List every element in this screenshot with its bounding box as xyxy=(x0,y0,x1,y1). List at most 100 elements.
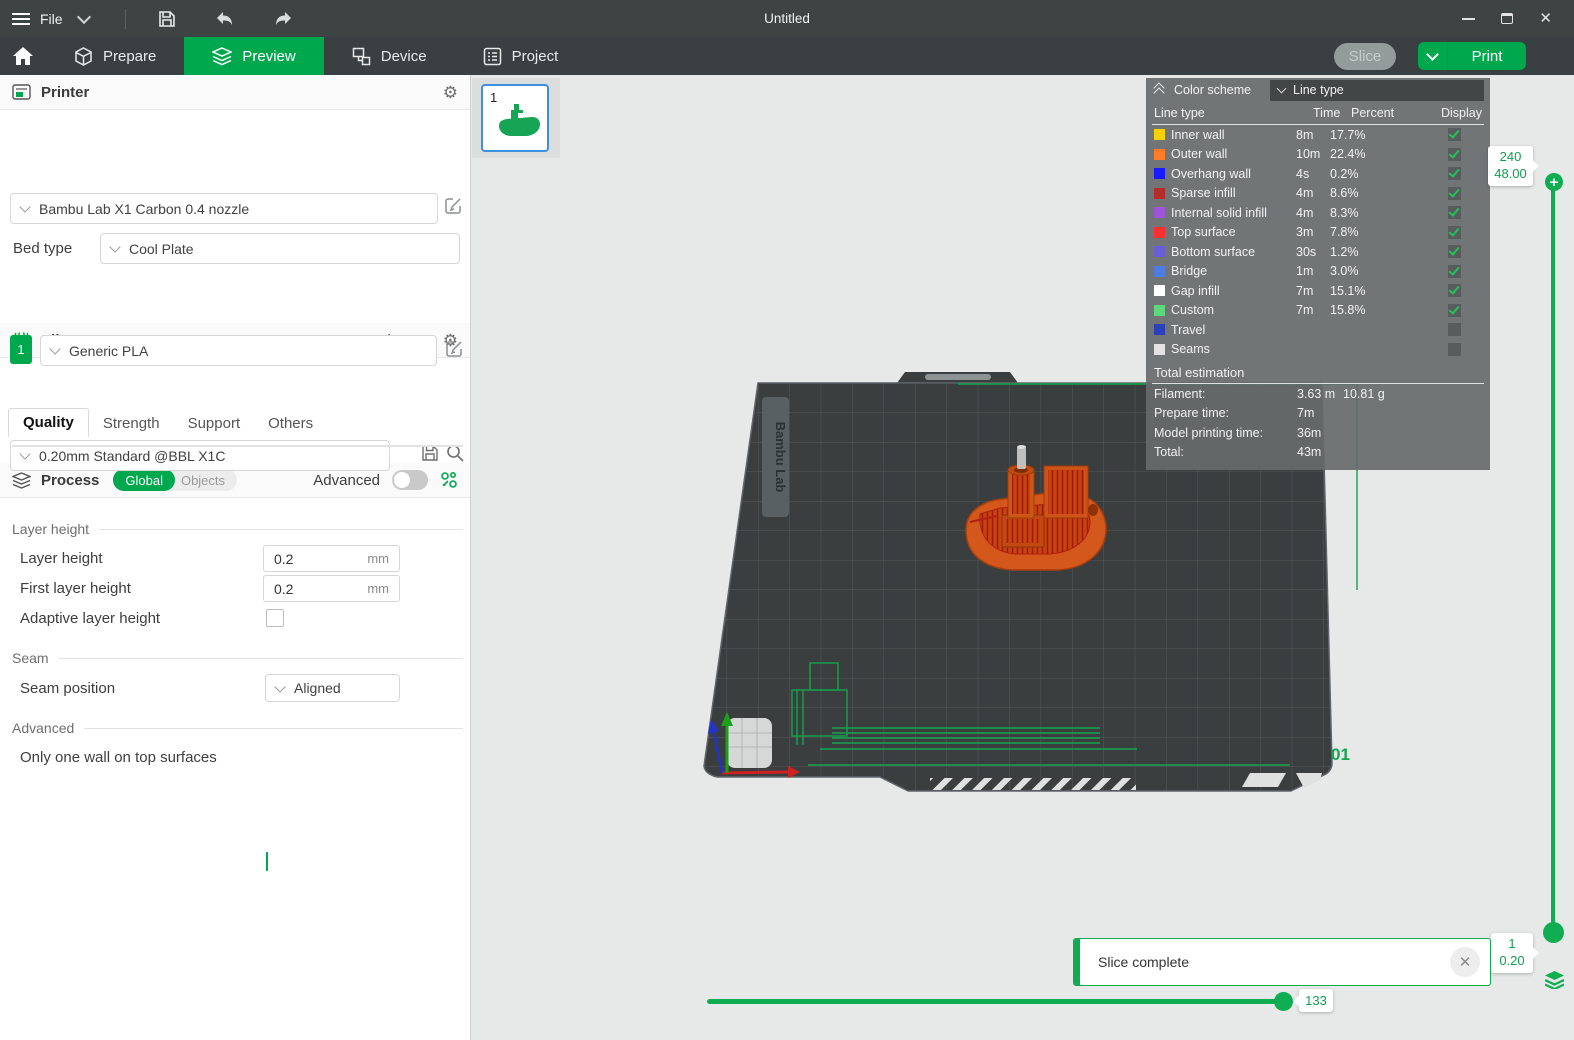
color-scheme-select[interactable]: Line type xyxy=(1270,80,1484,101)
advanced-section-title: Advanced xyxy=(12,720,463,736)
first-layer-height-input[interactable]: 0.2 mm xyxy=(263,575,400,602)
plate-front-hatch xyxy=(930,778,1136,790)
display-checkbox[interactable] xyxy=(1448,304,1461,317)
display-checkbox[interactable] xyxy=(1448,128,1461,141)
process-scope-objects[interactable]: Objects xyxy=(175,473,237,488)
advanced-toggle[interactable] xyxy=(392,470,428,490)
home-icon xyxy=(13,47,33,65)
layer-height-unit: mm xyxy=(367,551,389,566)
notification-close-button[interactable]: ✕ xyxy=(1450,947,1480,977)
tab-device-label: Device xyxy=(381,48,427,65)
layer-slider-top-handle[interactable]: + xyxy=(1545,173,1563,191)
filament-select[interactable]: Generic PLA xyxy=(40,335,437,366)
file-menu-label: File xyxy=(40,11,63,27)
col-display: Display xyxy=(1441,106,1482,120)
filament-slot-badge[interactable]: 1 xyxy=(10,335,32,364)
seam-position-select[interactable]: Aligned xyxy=(265,674,400,702)
display-checkbox[interactable] xyxy=(1448,284,1461,297)
tab-project-label: Project xyxy=(512,48,559,65)
line-type-percent: 3.0% xyxy=(1330,264,1448,278)
chevron-down-icon xyxy=(1426,48,1439,61)
file-menu[interactable]: File xyxy=(12,11,89,27)
printer-icon xyxy=(12,84,31,100)
line-type-swatch xyxy=(1154,344,1165,355)
display-checkbox[interactable] xyxy=(1448,226,1461,239)
line-type-label: Bottom surface xyxy=(1171,245,1296,259)
save-preset-button[interactable] xyxy=(421,444,439,467)
layer-height-input[interactable]: 0.2 mm xyxy=(263,545,400,572)
display-checkbox[interactable] xyxy=(1448,323,1461,336)
collapse-panel-icon[interactable] xyxy=(1154,84,1166,96)
first-layer-height-value: 0.2 xyxy=(274,581,293,597)
print-dropdown-button[interactable] xyxy=(1418,42,1448,70)
undo-button[interactable] xyxy=(214,8,236,30)
tab-others[interactable]: Others xyxy=(254,410,327,437)
move-slider-handle[interactable] xyxy=(1274,992,1293,1011)
line-type-label: Overhang wall xyxy=(1171,167,1296,181)
tab-preview[interactable]: Preview xyxy=(184,37,323,75)
minimize-button[interactable] xyxy=(1462,18,1475,20)
maximize-button[interactable] xyxy=(1501,13,1513,24)
estimation-row-prepare: Prepare time: 7m xyxy=(1146,404,1490,424)
bed-type-select[interactable]: Cool Plate xyxy=(100,233,460,264)
tab-device[interactable]: Device xyxy=(324,37,455,75)
line-type-time: 1m xyxy=(1296,264,1330,278)
tab-project[interactable]: Project xyxy=(455,37,587,75)
legend-row: Overhang wall4s0.2% xyxy=(1146,164,1490,184)
main-tab-bar: Prepare Preview Device Project Slice Pri… xyxy=(0,37,1574,75)
device-icon xyxy=(352,47,371,66)
close-button[interactable]: ✕ xyxy=(1539,11,1552,26)
plate-thumbnail[interactable]: 1 xyxy=(481,84,549,152)
tune-icon[interactable] xyxy=(440,471,458,489)
display-checkbox[interactable] xyxy=(1448,265,1461,278)
layers-mode-button[interactable] xyxy=(1545,971,1564,994)
printer-settings-gear-icon[interactable]: ⚙ xyxy=(443,84,458,101)
display-checkbox[interactable] xyxy=(1448,148,1461,161)
chevron-down-icon[interactable] xyxy=(76,9,90,23)
legend-row: Inner wall8m17.7% xyxy=(1146,125,1490,145)
adaptive-layer-height-label: Adaptive layer height xyxy=(20,610,160,627)
line-type-label: Outer wall xyxy=(1171,147,1296,161)
printer-select-value: Bambu Lab X1 Carbon 0.4 nozzle xyxy=(39,201,249,217)
layer-slider-track[interactable] xyxy=(1551,183,1555,931)
display-checkbox[interactable] xyxy=(1448,167,1461,180)
layer-slider-bottom-handle[interactable] xyxy=(1543,922,1564,943)
max-height-value: 48.00 xyxy=(1492,166,1529,183)
display-checkbox[interactable] xyxy=(1448,187,1461,200)
chevron-down-icon xyxy=(19,201,30,212)
legend-row: Gap infill7m15.1% xyxy=(1146,281,1490,301)
line-type-time: 3m xyxy=(1296,225,1330,239)
tab-quality[interactable]: Quality xyxy=(8,408,89,437)
save-button[interactable] xyxy=(156,8,178,30)
display-checkbox[interactable] xyxy=(1448,206,1461,219)
chevron-down-icon xyxy=(1277,84,1287,94)
model-time-value: 36m xyxy=(1297,426,1343,440)
slice-button[interactable]: Slice xyxy=(1334,43,1396,70)
adaptive-layer-height-checkbox[interactable] xyxy=(266,609,284,627)
only-one-wall-checkbox[interactable] xyxy=(266,852,268,871)
process-scope-switch[interactable]: Global Objects xyxy=(113,469,237,491)
max-layer-value: 240 xyxy=(1492,149,1529,166)
brand-plaque-text: Bambu Lab xyxy=(773,422,788,493)
color-scheme-label: Color scheme xyxy=(1174,83,1251,97)
prepare-time-label: Prepare time: xyxy=(1154,406,1297,420)
tab-strength[interactable]: Strength xyxy=(89,410,174,437)
search-setting-button[interactable] xyxy=(446,444,464,467)
process-scope-global[interactable]: Global xyxy=(113,469,175,491)
line-type-label: Inner wall xyxy=(1171,128,1296,142)
tab-prepare[interactable]: Prepare xyxy=(46,37,184,75)
printer-select[interactable]: Bambu Lab X1 Carbon 0.4 nozzle xyxy=(10,193,438,224)
bed-type-value: Cool Plate xyxy=(129,241,194,257)
process-section-title: Process xyxy=(41,472,99,489)
filament-edit-button[interactable] xyxy=(446,340,463,362)
display-checkbox[interactable] xyxy=(1448,245,1461,258)
tab-preview-label: Preview xyxy=(242,48,295,65)
printer-edit-button[interactable] xyxy=(445,197,462,219)
home-button[interactable] xyxy=(0,37,46,75)
display-checkbox[interactable] xyxy=(1448,343,1461,356)
tab-support[interactable]: Support xyxy=(174,410,255,437)
move-slider-track[interactable] xyxy=(707,999,1283,1004)
print-button[interactable]: Print xyxy=(1448,42,1526,70)
move-slider-value: 133 xyxy=(1305,993,1327,1008)
redo-button[interactable] xyxy=(272,8,294,30)
